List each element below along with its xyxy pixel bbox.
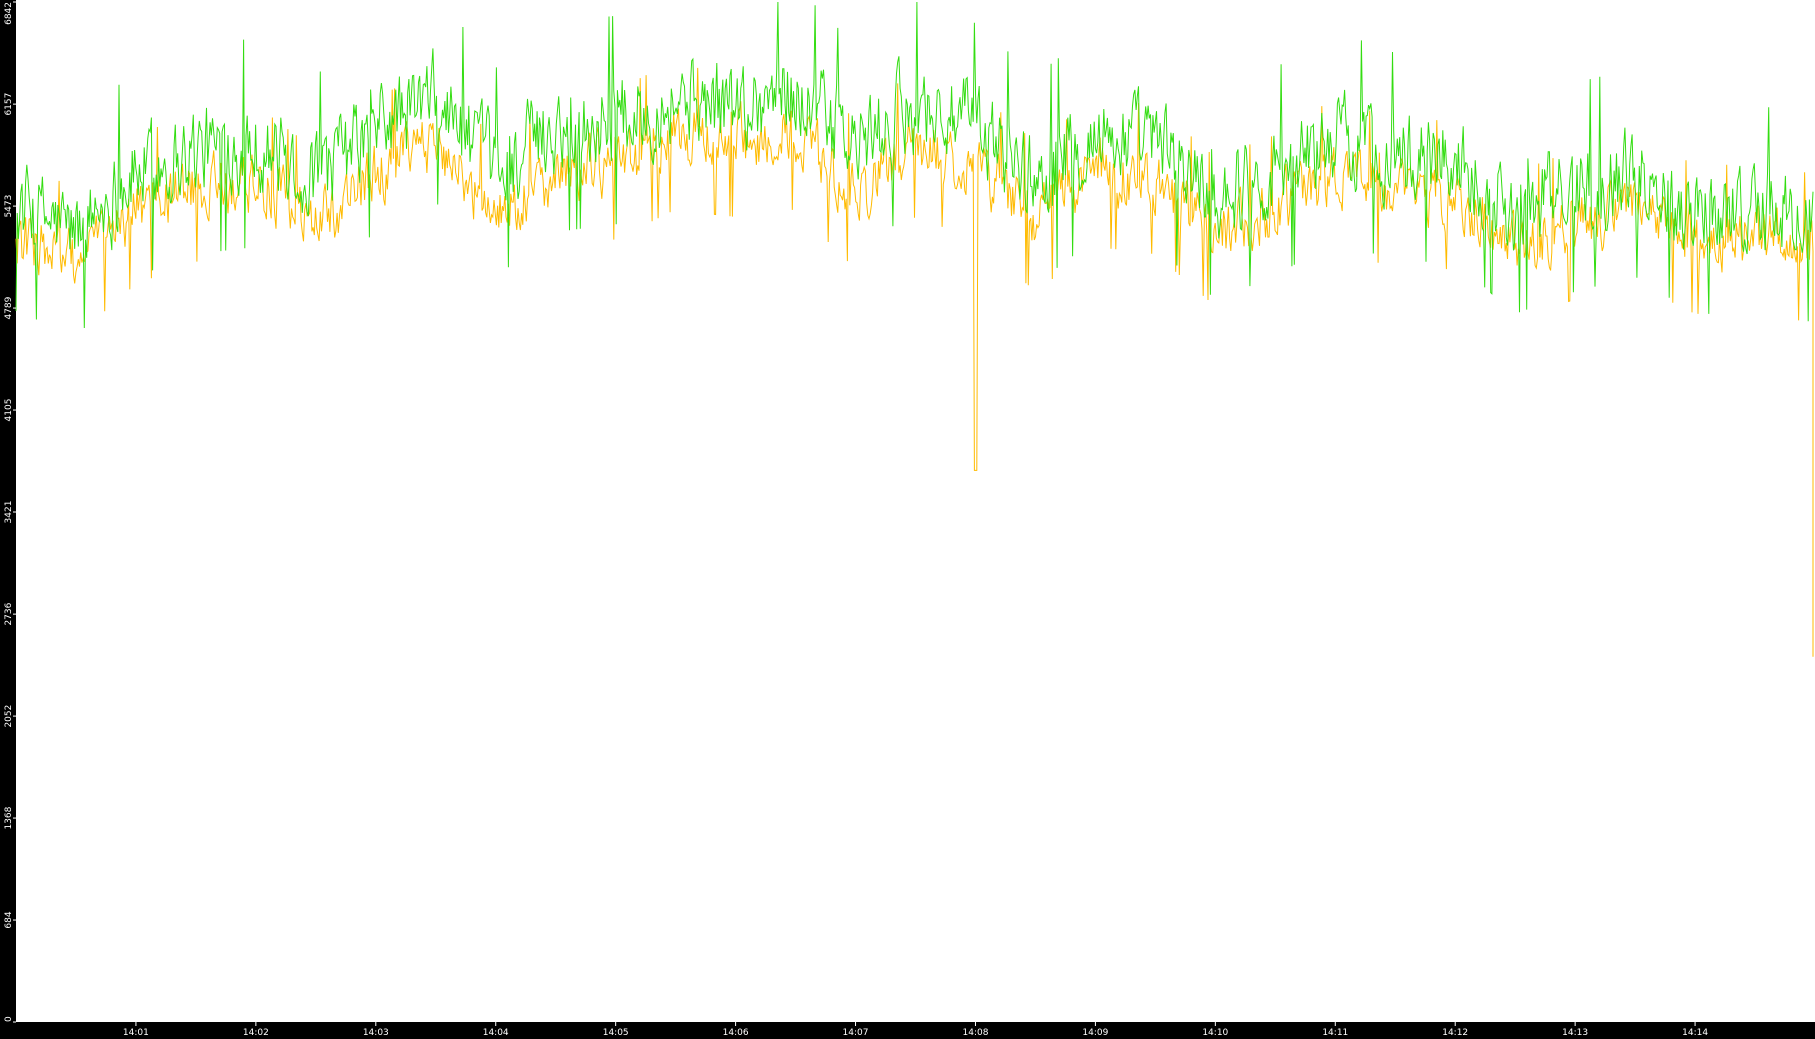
y-tick-label: 3421 bbox=[4, 501, 14, 524]
x-tick-label: 14:04 bbox=[483, 1028, 509, 1038]
x-tick-label: 14:05 bbox=[603, 1028, 629, 1038]
x-tick-label: 14:08 bbox=[963, 1028, 989, 1038]
x-tick-label: 14:01 bbox=[123, 1028, 149, 1038]
line-chart: 0 684 1368 2052 2736 3421 4105 4789 5473 6157 6842… bbox=[0, 0, 1815, 1039]
x-tick-label: 14:06 bbox=[723, 1028, 749, 1038]
x-tick-label: 14:07 bbox=[843, 1028, 869, 1038]
y-tick-label: 6157 bbox=[4, 93, 14, 116]
y-tick-label: 4789 bbox=[4, 296, 14, 319]
y-tick-label: 4105 bbox=[4, 399, 14, 422]
x-tick-label: 14:09 bbox=[1082, 1028, 1108, 1038]
x-tick-label: 14:02 bbox=[243, 1028, 269, 1038]
y-tick-label: 2052 bbox=[4, 705, 14, 728]
x-tick-label: 14:03 bbox=[363, 1028, 389, 1038]
x-tick-label: 14:11 bbox=[1322, 1028, 1348, 1038]
x-axis-band bbox=[0, 1022, 1815, 1039]
x-tick-label: 14:14 bbox=[1682, 1028, 1708, 1038]
y-tick-label: 1368 bbox=[4, 806, 14, 829]
y-tick-label: 2736 bbox=[4, 602, 14, 625]
y-tick-label: 0 bbox=[4, 1016, 14, 1022]
y-tick-label: 5473 bbox=[4, 195, 14, 218]
x-tick-label: 14:13 bbox=[1562, 1028, 1588, 1038]
x-tick-label: 14:12 bbox=[1442, 1028, 1468, 1038]
chart: 0 684 1368 2052 2736 3421 4105 4789 5473 6157 6842… bbox=[0, 0, 1815, 1039]
y-tick-label: 684 bbox=[4, 911, 14, 928]
x-tick-label: 14:10 bbox=[1202, 1028, 1228, 1038]
y-tick-label: 6842 bbox=[4, 2, 14, 25]
